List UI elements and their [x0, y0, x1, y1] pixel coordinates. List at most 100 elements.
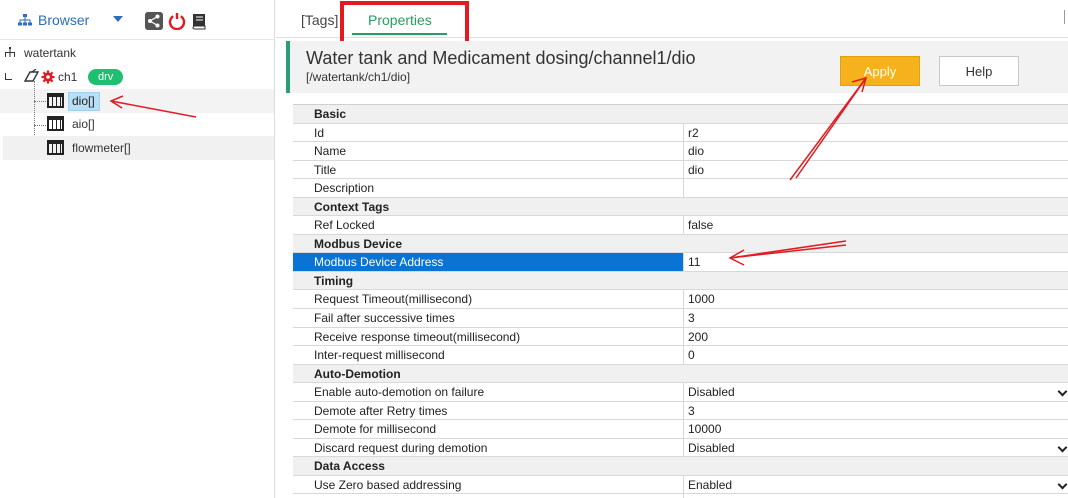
tree-dio-label[interactable]: dio[]: [72, 94, 95, 108]
tree-node-ch1[interactable]: ch1 drv: [0, 65, 274, 89]
section-header: Basic: [293, 105, 1068, 124]
property-value-field[interactable]: 11: [684, 253, 1068, 271]
tree-ch1-label: ch1: [58, 70, 78, 84]
section-title: Basic: [314, 107, 347, 121]
property-name[interactable]: Fail after successive times: [293, 309, 684, 327]
property-row: Discard request during demotion Disabled: [293, 438, 1068, 458]
chevron-down-icon[interactable]: [1057, 386, 1068, 397]
property-value-field[interactable]: dio: [684, 142, 1068, 160]
property-value-field[interactable]: 1000: [684, 290, 1068, 308]
property-name[interactable]: Demote after Retry times: [293, 401, 684, 420]
apply-button[interactable]: Apply: [840, 56, 920, 86]
property-value-select[interactable]: Disabled: [684, 383, 1068, 401]
property-value-select[interactable]: Enabled: [684, 476, 1068, 494]
property-name[interactable]: Use Zero based addressing: [293, 475, 684, 494]
property-value-select[interactable]: Enabled: [684, 494, 1068, 498]
help-button[interactable]: Help: [939, 56, 1019, 86]
property-value-field[interactable]: dio: [684, 161, 1068, 179]
property-row: Title dio: [293, 160, 1068, 180]
tab-tags[interactable]: [Tags]: [301, 12, 338, 28]
property-name[interactable]: Receive response timeout(millisecond): [293, 327, 684, 346]
property-name[interactable]: Enable auto-demotion on failure: [293, 383, 684, 401]
property-value-select[interactable]: Disabled: [684, 439, 1068, 457]
annotation-highlight-box: [340, 1, 469, 46]
property-value: 0: [688, 348, 695, 363]
property-name[interactable]: Demote for millisecond: [293, 420, 684, 438]
property-row: Demote for millisecond 10000: [293, 420, 1068, 439]
property-value: Enabled: [688, 477, 733, 492]
main-panel: [Tags] Properties Water tank and Medicam…: [276, 0, 1068, 498]
property-name[interactable]: Id: [293, 123, 684, 142]
property-name[interactable]: Ref Locked: [293, 216, 684, 234]
property-value: 11: [688, 255, 701, 270]
property-row: Use Zero based addressing Enabled: [293, 475, 1068, 495]
section-title: Data Access: [314, 459, 385, 474]
browser-sidebar: Browser watertank ch1 drv dio[] aio[] fl…: [0, 0, 275, 498]
property-value: 10000: [688, 422, 722, 437]
property-name[interactable]: Use Zero based bit addressing: [293, 494, 684, 498]
chevron-down-icon[interactable]: [1057, 442, 1068, 453]
property-row: Id r2: [293, 123, 1068, 143]
property-row: Name dio: [293, 142, 1068, 161]
property-value-field[interactable]: 3: [684, 309, 1068, 327]
browser-dropdown-caret[interactable]: [113, 16, 123, 22]
power-icon[interactable]: [168, 12, 186, 30]
property-row: Ref Locked false: [293, 216, 1068, 235]
property-value: false: [688, 218, 714, 233]
property-row: Receive response timeout(millisecond) 200: [293, 327, 1068, 347]
property-name[interactable]: Inter-request millisecond: [293, 346, 684, 364]
property-value-field[interactable]: r2: [684, 124, 1068, 142]
property-row: Inter-request millisecond 0: [293, 346, 1068, 365]
property-value-field[interactable]: [684, 179, 1068, 197]
section-header: Data Access: [293, 457, 1068, 476]
property-row: Use Zero based bit addressingEnabled: [293, 494, 1068, 498]
property-row: Enable auto-demotion on failure Disabled: [293, 383, 1068, 402]
property-name[interactable]: Name: [293, 142, 684, 160]
property-value: Disabled: [688, 385, 735, 400]
property-name[interactable]: Request Timeout(millisecond): [293, 290, 684, 309]
property-value: r2: [688, 125, 699, 140]
section-header: Context Tags: [293, 197, 1068, 217]
section-header: Auto-Demotion: [293, 364, 1068, 384]
property-name[interactable]: Discard request during demotion: [293, 438, 684, 457]
property-value-field[interactable]: false: [684, 216, 1068, 234]
book-icon[interactable]: [190, 12, 208, 30]
tree-node-aio[interactable]: aio[]: [0, 112, 274, 136]
property-value-field[interactable]: 10000: [684, 420, 1068, 438]
property-name[interactable]: Modbus Device Address: [293, 253, 684, 271]
browser-label: Browser: [38, 12, 90, 28]
tree-node-dio[interactable]: [0, 89, 274, 113]
property-row: Modbus Device Address 11: [293, 253, 1068, 272]
property-name[interactable]: Title: [293, 160, 684, 179]
property-row: Fail after successive times 3: [293, 309, 1068, 328]
app-window: Browser watertank ch1 drv dio[] aio[] fl…: [0, 0, 1068, 498]
property-row: Demote after Retry times 3: [293, 401, 1068, 421]
table-icon: [47, 116, 64, 131]
section-title: Modbus Device: [314, 236, 403, 251]
tree-flowmeter-label: flowmeter[]: [72, 141, 131, 155]
node-path: [/watertank/ch1/dio]: [306, 70, 411, 84]
property-value: 1000: [688, 292, 715, 307]
tree-root-label: watertank: [24, 46, 77, 60]
chevron-down-icon[interactable]: [1057, 479, 1068, 490]
property-value: 200: [688, 329, 709, 344]
tree-node-root[interactable]: watertank: [0, 41, 274, 65]
tab-bar-edge: [1064, 10, 1068, 24]
driver-badge: drv: [88, 69, 124, 85]
tree-node-flowmeter[interactable]: flowmeter[]: [3, 136, 274, 160]
table-icon: [47, 93, 64, 108]
section-title: Context Tags: [314, 199, 390, 214]
property-value-field[interactable]: 200: [684, 328, 1068, 346]
share-icon[interactable]: [145, 12, 163, 30]
property-value-field[interactable]: 0: [684, 346, 1068, 364]
property-value: dio: [688, 162, 705, 177]
property-name[interactable]: Description: [293, 179, 684, 197]
browser-button[interactable]: Browser: [18, 11, 89, 29]
tree-aio-label: aio[]: [72, 117, 95, 131]
property-value: Disabled: [688, 440, 735, 455]
tab-bar: [Tags] Properties: [276, 0, 1068, 46]
property-value-field[interactable]: 3: [684, 402, 1068, 420]
channel-icon: [23, 69, 40, 82]
sidebar-toolbar: Browser: [0, 0, 275, 40]
expand-toggle[interactable]: [5, 73, 12, 80]
